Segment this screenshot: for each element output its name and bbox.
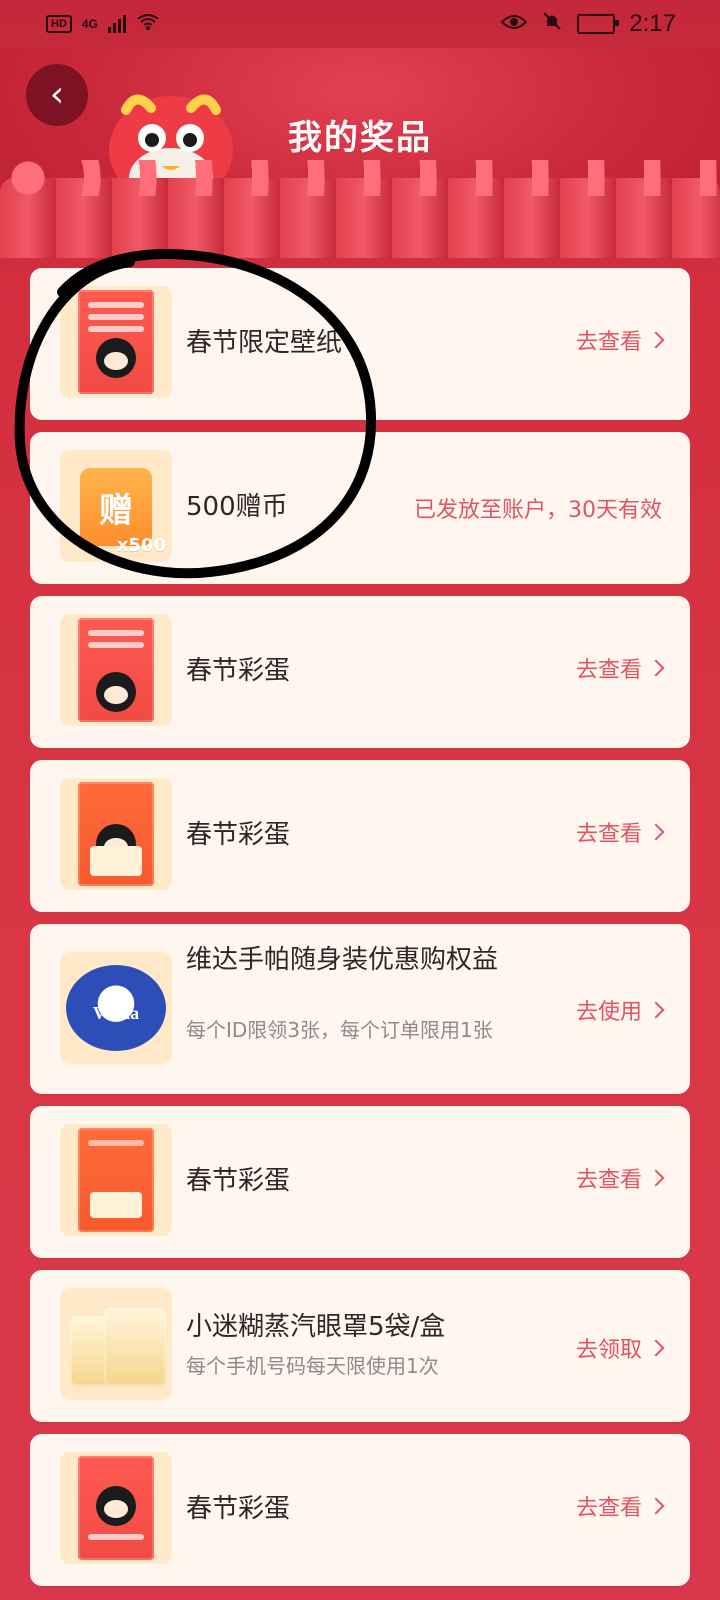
action-label: 去查看 [575,658,642,683]
prize-subtitle: 每个ID限领3张，每个订单限用1张 [186,1018,493,1042]
gift-coin-icon: 赠 x500 [68,458,166,556]
action-label: 去查看 [575,1168,642,1193]
time: 2:17 [629,10,676,37]
view-action[interactable]: 去查看 [575,1490,665,1522]
claim-action[interactable]: 去领取 [575,1332,665,1364]
chevron-left-icon: ‹ [49,74,65,115]
easter-egg-poster-icon [78,1128,154,1232]
page-title: 我的奖品 [288,118,432,158]
prize-item-easter-egg[interactable]: 春节彩蛋 去查看 [30,760,690,912]
chevron-right-icon [647,1497,665,1515]
prize-item-eye-mask[interactable]: 小迷糊蒸汽眼罩5袋/盒 每个手机号码每天限使用1次 去领取 [30,1270,690,1422]
view-action[interactable]: 去查看 [575,1162,665,1194]
view-action[interactable]: 去查看 [575,652,665,684]
signal-icon [107,15,126,33]
prize-name: 小迷糊蒸汽眼罩5袋/盒 [186,1312,446,1342]
bell-off-icon [541,10,563,39]
prize-thumbnail [60,1124,172,1236]
status-bar: HD 4G 2:17 [0,0,720,48]
prize-item-coins: 赠 x500 500赠币 已发放至账户，30天有效 [30,432,690,584]
prize-thumbnail [60,778,172,890]
prize-thumbnail [60,1288,172,1400]
action-label: 去查看 [575,822,642,847]
chevron-right-icon [647,1001,665,1019]
chevron-right-icon [647,331,665,349]
prize-name: 春节彩蛋 [186,820,291,850]
status-left: HD 4G [0,13,160,36]
prize-item-easter-egg[interactable]: 春节彩蛋 去查看 [30,1106,690,1258]
prize-thumbnail [60,286,172,398]
prize-name: 500赠币 [186,492,288,522]
chevron-right-icon [647,659,665,677]
prize-thumbnail [60,614,172,726]
prize-name: 春节彩蛋 [186,1166,291,1196]
easter-egg-poster-icon [78,782,154,886]
prize-name: 春节彩蛋 [186,1494,291,1524]
chevron-right-icon [647,1169,665,1187]
prize-name: 维达手帕随身装优惠购权益 [186,945,499,975]
prize-item-wallpaper[interactable]: 春节限定壁纸 去查看 [30,268,690,420]
prize-item-easter-egg[interactable]: 春节彩蛋 去查看 [30,596,690,748]
action-label: 去领取 [575,1338,642,1363]
eye-mask-box-icon [64,1302,168,1386]
view-action[interactable]: 去查看 [575,816,665,848]
page-header: ‹ 我的奖品 [0,48,720,258]
eye-icon [500,10,528,38]
hd-indicator: HD [46,15,72,33]
easter-egg-poster-icon [78,1456,154,1560]
view-action[interactable]: 去查看 [575,324,665,356]
wifi-icon [136,13,160,36]
prize-name: 春节限定壁纸 [186,328,343,358]
prize-item-vinda[interactable]: 维达手帕随身装优惠购权益 每个ID限领3张，每个订单限用1张 去使用 [30,924,690,1094]
action-label: 去使用 [575,1000,642,1025]
battery-charging-icon [577,14,620,34]
prize-subtitle: 每个手机号码每天限使用1次 [186,1354,439,1378]
prize-status: 已发放至账户，30天有效 [414,498,662,523]
vinda-logo-icon [66,965,166,1051]
wallpaper-icon [78,290,154,394]
prize-thumbnail: 赠 x500 [60,450,172,562]
gift-count: x500 [116,535,166,556]
chevron-right-icon [647,823,665,841]
status-right: 2:17 [500,10,720,39]
decorative-roof [0,160,720,258]
prize-list: 春节限定壁纸 去查看 赠 x500 500赠币 已发放至账户，30天有效 春节彩… [30,268,690,1598]
prize-thumbnail [60,1452,172,1564]
prize-thumbnail [60,952,172,1064]
chevron-right-icon [647,1339,665,1357]
prize-name: 春节彩蛋 [186,656,291,686]
prize-item-easter-egg[interactable]: 春节彩蛋 去查看 [30,1434,690,1586]
action-label: 去查看 [575,1496,642,1521]
use-action[interactable]: 去使用 [575,994,665,1026]
network-label: 4G [81,17,98,31]
easter-egg-poster-icon [78,618,154,722]
action-label: 去查看 [575,330,642,355]
